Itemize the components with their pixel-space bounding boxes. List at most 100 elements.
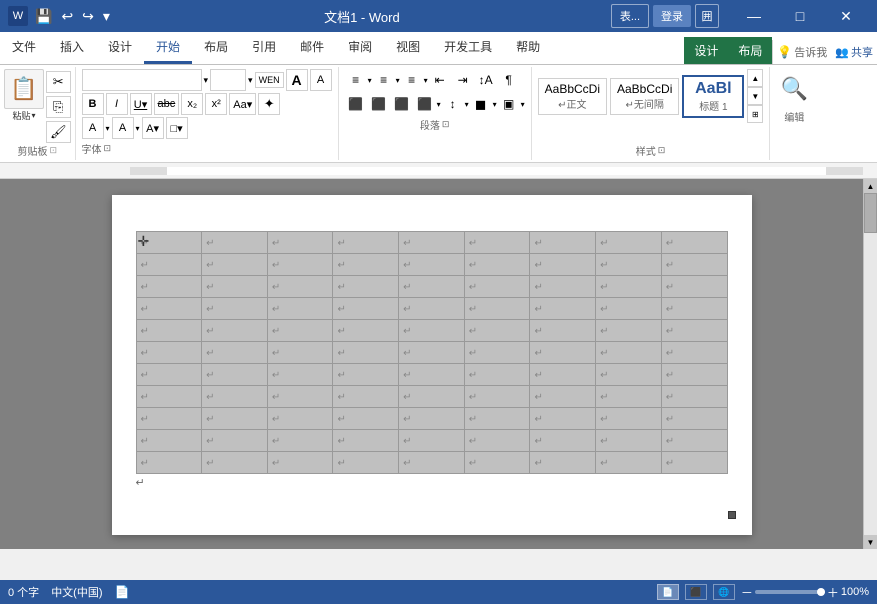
case-button[interactable]: Aa▾ — [229, 93, 256, 115]
table-cell[interactable]: ↵ — [464, 320, 530, 342]
clear-format-button[interactable]: ✦ — [258, 93, 280, 115]
biaoge-button[interactable]: 表... — [611, 4, 649, 28]
table-cell[interactable]: ↵ — [202, 408, 268, 430]
style-nospace[interactable]: AaBbCcDi ↵无间隔 — [610, 78, 679, 115]
table-cell[interactable]: ↵ — [136, 408, 202, 430]
table-cell[interactable]: ↵ — [267, 320, 333, 342]
font-name-dropdown[interactable]: ▾ — [204, 75, 209, 86]
para-expand-icon[interactable]: ⊡ — [442, 119, 450, 130]
tab-design[interactable]: 设计 — [96, 32, 144, 64]
table-cell[interactable]: ↵ — [530, 364, 596, 386]
tab-file[interactable]: 文件 — [0, 32, 48, 64]
more-button[interactable]: ▾ — [100, 6, 113, 27]
table-cell[interactable]: ↵ — [333, 452, 399, 474]
font-size-grow-button[interactable]: A — [286, 69, 308, 91]
table-cell[interactable]: ↵ — [596, 342, 662, 364]
table-cell[interactable]: ↵ — [596, 430, 662, 452]
table-cell[interactable]: ↵ — [661, 386, 727, 408]
table-cell[interactable]: ↵ — [136, 342, 202, 364]
style-normal[interactable]: AaBbCcDi ↵正文 — [538, 78, 607, 115]
table-cell[interactable]: ↵ — [267, 430, 333, 452]
table-cell[interactable]: ↵ — [333, 364, 399, 386]
save-button[interactable]: 💾 — [32, 6, 55, 27]
tab-table-layout[interactable]: 布局 — [728, 37, 772, 64]
table-cell[interactable]: ↵ — [267, 342, 333, 364]
table-cell[interactable]: ↵ — [530, 232, 596, 254]
highlight-dropdown[interactable]: ▾ — [106, 124, 110, 133]
tab-view[interactable]: 视图 — [384, 32, 432, 64]
table-cell[interactable]: ↵ — [202, 232, 268, 254]
table-cell[interactable]: ↵ — [661, 452, 727, 474]
table-cell[interactable]: ↵ — [399, 276, 465, 298]
tab-home[interactable]: 开始 — [144, 32, 192, 64]
table-cell[interactable]: ↵ — [333, 386, 399, 408]
table-cell[interactable]: ↵ — [202, 320, 268, 342]
underline-button[interactable]: U▾ — [130, 93, 152, 115]
styles-scroll-up[interactable]: ▲ — [747, 69, 763, 87]
table-cell[interactable]: ↵ — [399, 430, 465, 452]
table-cell[interactable]: ↵ — [202, 386, 268, 408]
font-color-dropdown[interactable]: ▾ — [136, 124, 140, 133]
align-center-button[interactable]: ⬛ — [368, 93, 390, 115]
table-cell[interactable]: ↵ — [530, 408, 596, 430]
italic-button[interactable]: I — [106, 93, 128, 115]
table-cell[interactable]: ↵ — [267, 276, 333, 298]
table-cell[interactable]: ↵ — [202, 298, 268, 320]
tab-insert[interactable]: 插入 — [48, 32, 96, 64]
multilevel-button[interactable]: ≡ — [401, 69, 423, 91]
zoom-out-button[interactable]: － — [741, 584, 753, 601]
undo-button[interactable]: ↩ — [58, 6, 76, 27]
table-cell[interactable]: ↵ — [136, 386, 202, 408]
table-cell[interactable]: ↵ — [333, 342, 399, 364]
border-dropdown[interactable]: ▾ — [521, 100, 525, 109]
table-cell[interactable]: ↵ — [596, 452, 662, 474]
subscript-button[interactable]: x₂ — [181, 93, 203, 115]
increase-indent-button[interactable]: ⇥ — [452, 69, 474, 91]
table-cell[interactable]: ↵ — [202, 430, 268, 452]
table-cell[interactable]: ↵ — [661, 342, 727, 364]
scroll-up-button[interactable]: ▲ — [864, 179, 877, 193]
table-cell[interactable]: ↵ — [333, 430, 399, 452]
minimize-button[interactable]: — — [731, 0, 777, 32]
border-btn[interactable]: □▾ — [166, 117, 188, 139]
table-cell[interactable]: ↵ — [399, 320, 465, 342]
table-cell[interactable]: ↵ — [661, 364, 727, 386]
table-cell[interactable]: ↵ — [464, 232, 530, 254]
table-cell[interactable]: ↵ — [661, 320, 727, 342]
numbering-button[interactable]: ≡ — [373, 69, 395, 91]
table-cell[interactable]: ↵ — [399, 364, 465, 386]
table-cell[interactable]: ↵ — [136, 254, 202, 276]
font-name-input[interactable] — [82, 69, 202, 91]
table-cell[interactable]: ↵ — [464, 364, 530, 386]
view-btn-web[interactable]: 🌐 — [713, 584, 735, 600]
align-left-button[interactable]: ⬛ — [345, 93, 367, 115]
table-cell[interactable]: ↵ — [464, 298, 530, 320]
table-cell[interactable]: ↵ — [530, 320, 596, 342]
table-cell[interactable]: ↵ — [267, 298, 333, 320]
align-right-button[interactable]: ⬛ — [391, 93, 413, 115]
sort-button[interactable]: ↕A — [475, 69, 497, 91]
table-cell[interactable]: ↵ — [464, 430, 530, 452]
table-cell[interactable]: ↵ — [661, 232, 727, 254]
font-expand-icon[interactable]: ⊡ — [104, 143, 112, 154]
table-cell[interactable]: ↵ — [399, 408, 465, 430]
styles-scroll-down[interactable]: ▼ — [747, 87, 763, 105]
table-cell[interactable]: ↵ — [399, 232, 465, 254]
tab-developer[interactable]: 开发工具 — [432, 32, 504, 64]
font-size-dropdown[interactable]: ▾ — [248, 75, 253, 86]
table-cell[interactable]: ↵ — [596, 364, 662, 386]
table-cell[interactable]: ↵ — [530, 430, 596, 452]
highlight-button[interactable]: A — [82, 117, 104, 139]
maximize-button[interactable]: □ — [777, 0, 823, 32]
table-cell[interactable]: ↵ — [530, 386, 596, 408]
tab-mailings[interactable]: 邮件 — [288, 32, 336, 64]
format-painter-button[interactable]: 🖌 — [46, 121, 71, 143]
table-cell[interactable]: ↵ — [530, 342, 596, 364]
table-cell[interactable]: ↵ — [202, 342, 268, 364]
table-cell[interactable]: ↵ — [399, 386, 465, 408]
table-cell[interactable]: ↵ — [136, 276, 202, 298]
table-cell[interactable]: ↵ — [333, 232, 399, 254]
shading-button2[interactable]: ◼ — [470, 93, 492, 115]
zoom-slider[interactable] — [755, 590, 825, 594]
bold-button[interactable]: B — [82, 93, 104, 115]
